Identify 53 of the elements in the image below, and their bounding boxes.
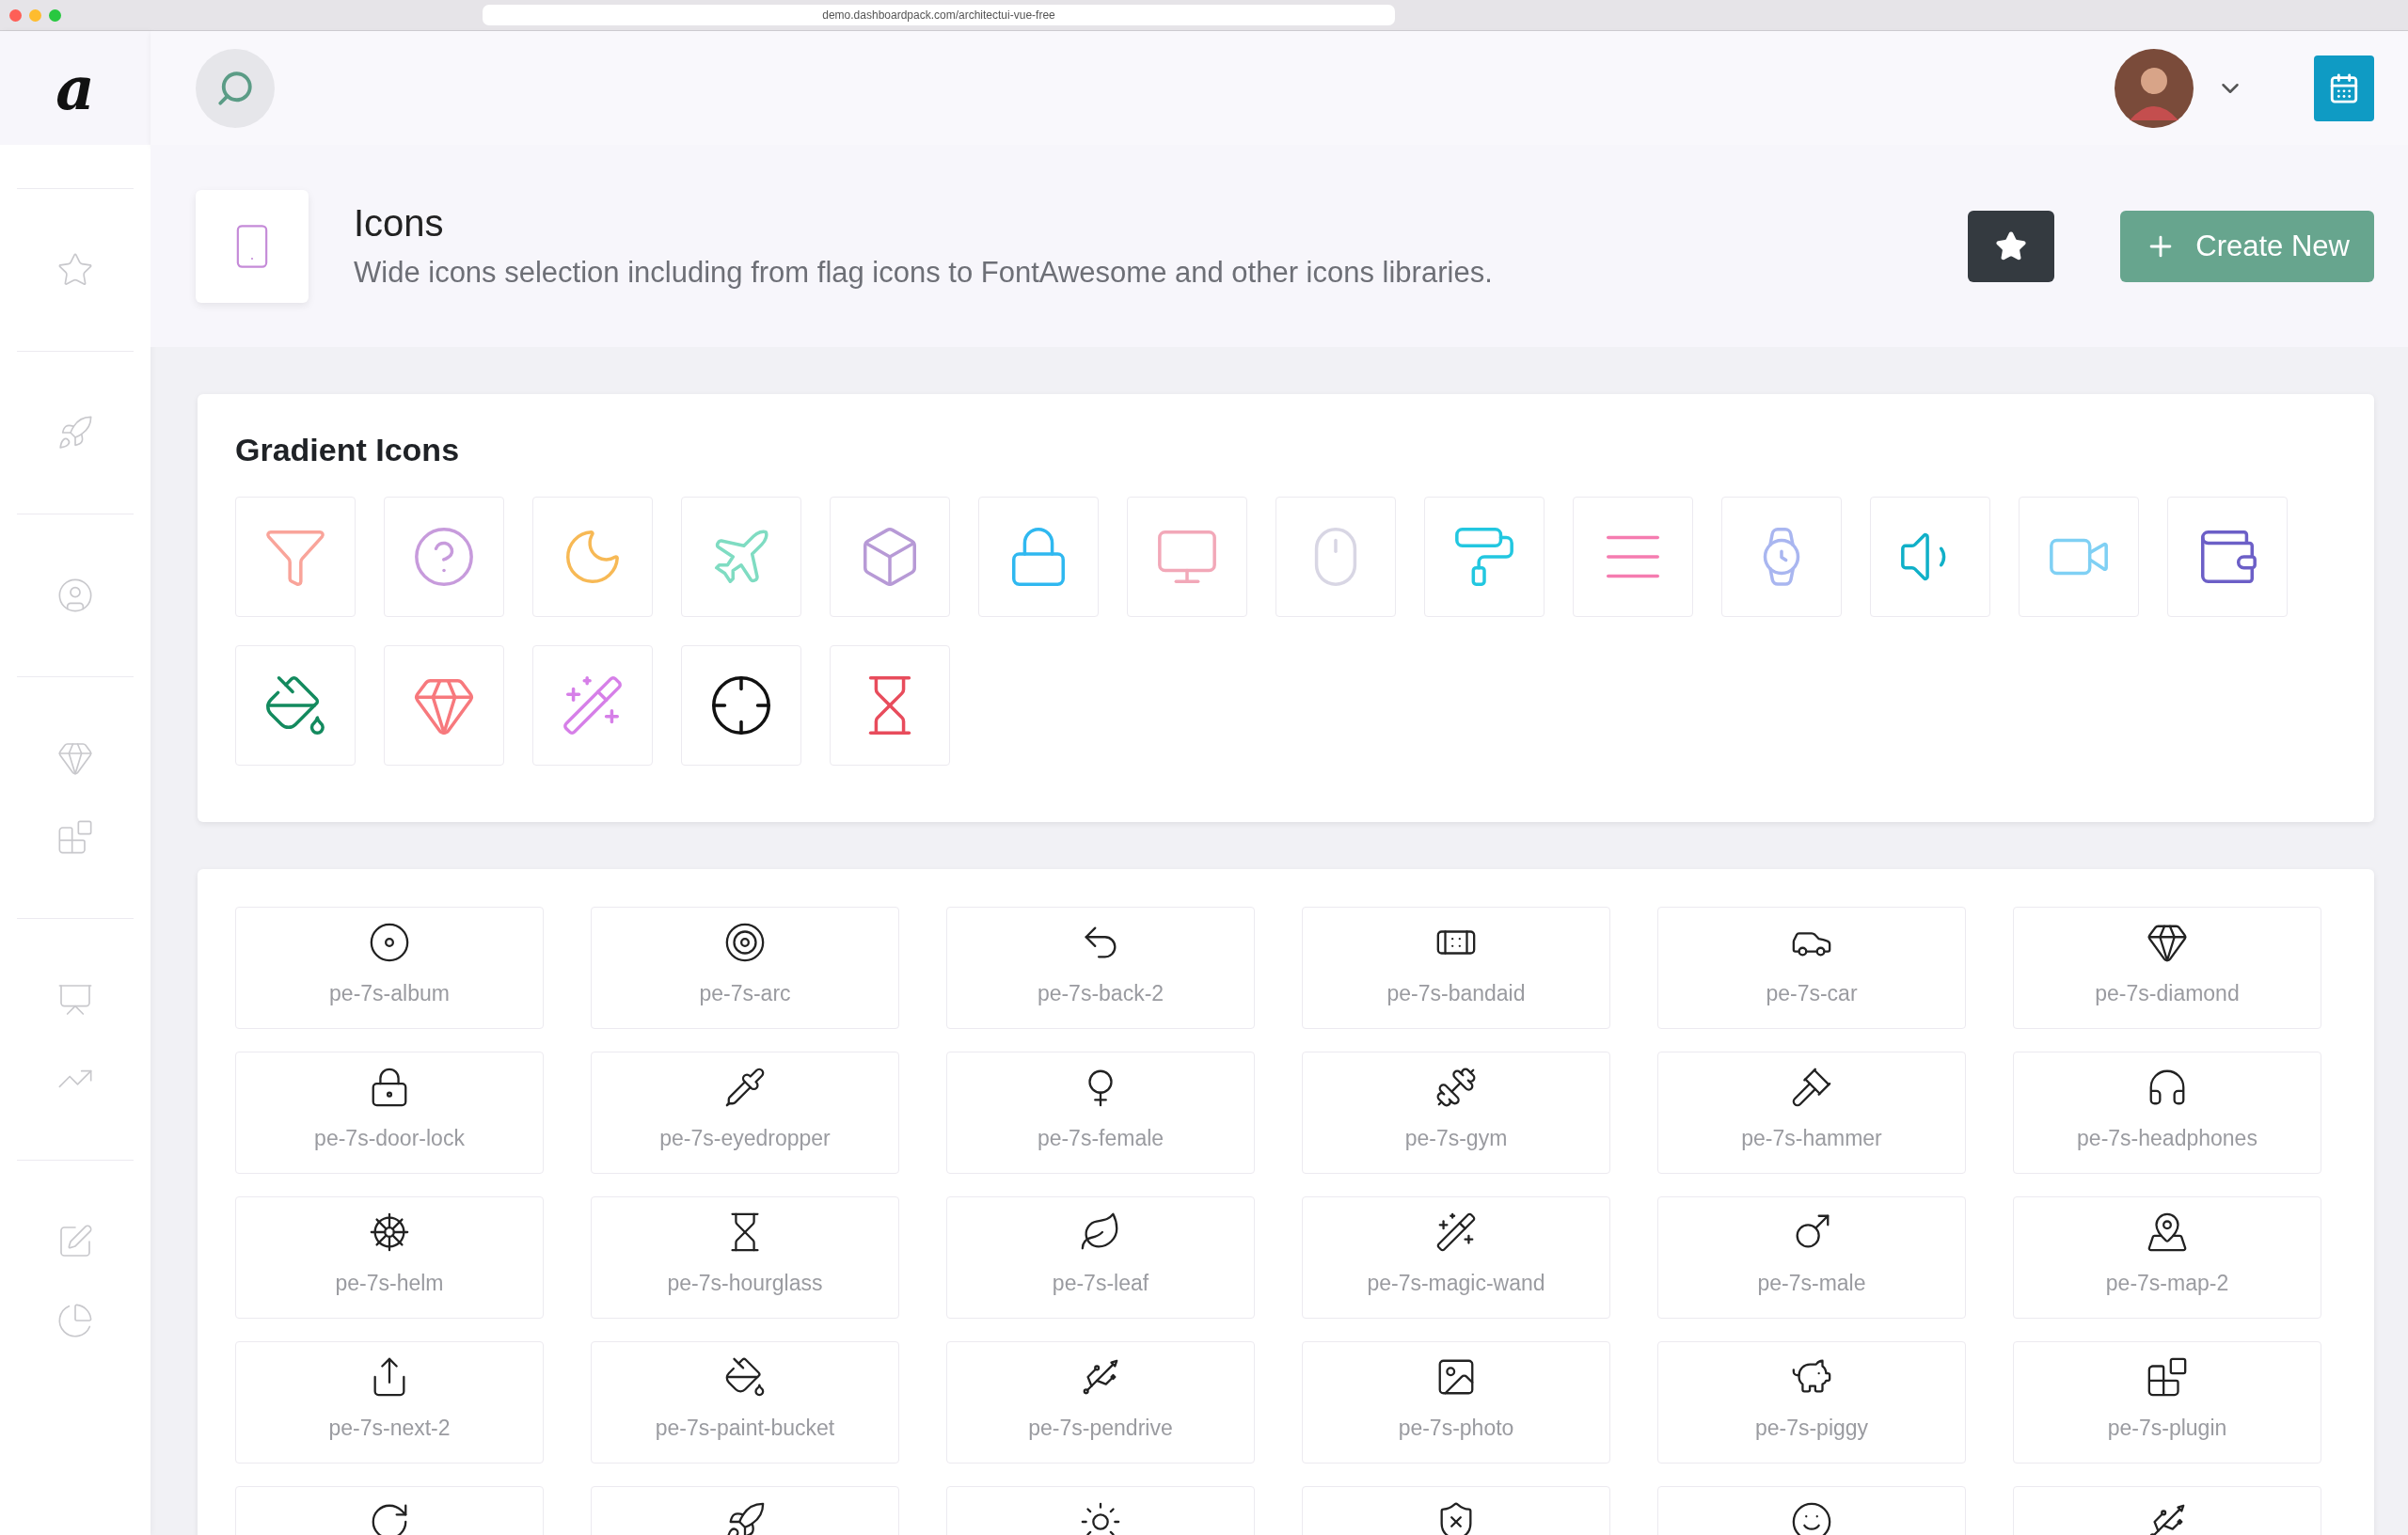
icon-name: pe-7s-female [1037, 1126, 1164, 1151]
page-subtitle: Wide icons selection including from flag icons to FontAwesome and other icons libraries. [354, 256, 1493, 290]
icon-name: pe-7s-next-2 [328, 1416, 451, 1441]
sun-icon [1079, 1500, 1122, 1535]
icon-name: pe-7s-helm [335, 1271, 444, 1296]
icon-name: pe-7s-leaf [1052, 1271, 1149, 1296]
magic-wand-icon [1434, 1211, 1478, 1254]
blocks-icon [2146, 1355, 2189, 1399]
calendar-button[interactable] [2314, 55, 2374, 121]
disc-icon [368, 921, 411, 964]
minimize-dot[interactable] [29, 8, 41, 22]
favorite-button[interactable] [1968, 210, 2055, 282]
card-title: Gradient Icons [235, 432, 461, 468]
icon-name: pe-7s-eyedropper [659, 1126, 831, 1151]
icon-name: pe-7s-hammer [1741, 1126, 1882, 1151]
calendar-icon [2328, 71, 2360, 104]
page-title: Icons [354, 202, 445, 245]
icon-name: pe-7s-hourglass [667, 1271, 823, 1296]
close-dot[interactable] [9, 8, 22, 22]
dumbbell-icon [1434, 1066, 1478, 1109]
icon-name: pe-7s-piggy [1754, 1416, 1869, 1441]
icon-name: pe-7s-diamond [2095, 981, 2240, 1006]
pie-chart-icon[interactable] [56, 1302, 94, 1339]
icon-name: pe-7s-album [329, 981, 450, 1006]
map-pin-icon [2146, 1211, 2189, 1254]
icon-name: pe-7s-photo [1398, 1416, 1514, 1441]
icon-name: pe-7s-gym [1404, 1126, 1508, 1151]
icon-name: pe-7s-male [1757, 1271, 1866, 1296]
icon-name: pe-7s-map-2 [2105, 1271, 2229, 1296]
eyedropper-icon [723, 1066, 767, 1109]
avatar-icon[interactable] [2115, 48, 2194, 128]
icon-name: pe-7s-back-2 [1037, 981, 1164, 1006]
paint-bucket-icon [723, 1355, 767, 1399]
icon-name: pe-7s-magic-wand [1367, 1271, 1545, 1296]
icon-name: pe-7s-pendrive [1028, 1416, 1173, 1441]
icon-name: pe-7s-arc [699, 981, 791, 1006]
rocket-icon[interactable] [56, 414, 94, 451]
icon-name: pe-7s-door-lock [314, 1126, 465, 1151]
user-icon[interactable] [56, 577, 94, 614]
logo[interactable]: a [0, 31, 150, 145]
target-icon [723, 921, 767, 964]
ship-wheel-icon [368, 1211, 411, 1254]
smile-icon [1790, 1500, 1833, 1535]
icon-name: pe-7s-plugin [2107, 1416, 2227, 1441]
blocks-icon[interactable] [56, 818, 94, 856]
icon-name: pe-7s-paint-bucket [655, 1416, 835, 1441]
icon-name: pe-7s-bandaid [1386, 981, 1526, 1006]
maximize-dot[interactable] [49, 8, 61, 22]
icon-name: pe-7s-headphones [2077, 1126, 2258, 1151]
hammer-icon [1790, 1066, 1833, 1109]
icon-name: pe-7s-car [1766, 981, 1858, 1006]
star-icon [1995, 229, 2028, 262]
address-bar[interactable]: demo.dashboardpack.com/architectui-vue-free [483, 5, 1395, 25]
